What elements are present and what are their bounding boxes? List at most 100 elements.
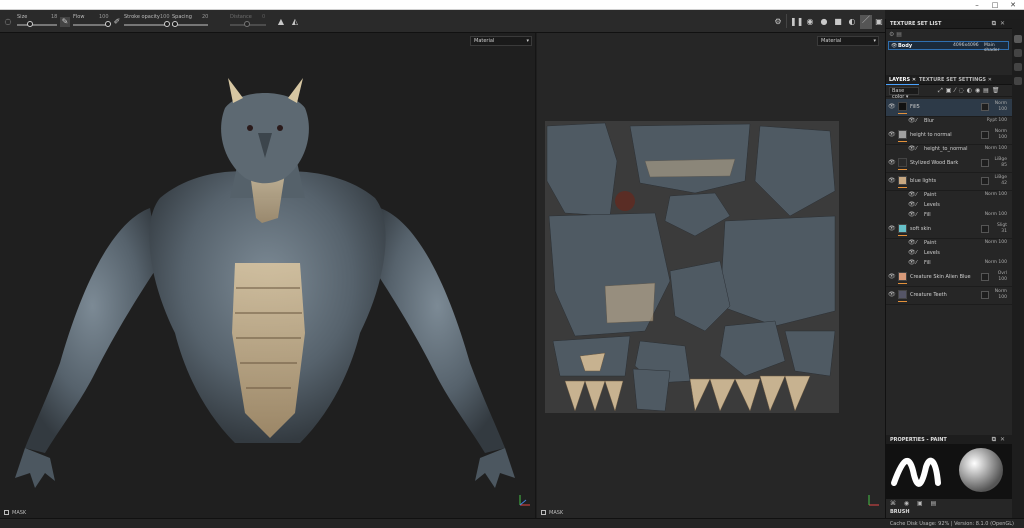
layer-blend-group[interactable]: Norm 100 [985, 240, 1007, 246]
pen-pressure-icon[interactable]: ✎ [60, 17, 70, 27]
layer-opacity[interactable]: 42 [995, 181, 1007, 187]
layer-blend-mode[interactable]: Norm [985, 212, 997, 217]
layer-row[interactable]: 👁 Creature Teeth Norm 100 [886, 287, 1012, 305]
render-icon[interactable]: ● [819, 17, 829, 27]
texture-set-row-body[interactable]: 👁 Body 4096x4096 Main shader [888, 41, 1009, 53]
layer-row[interactable]: 👁 Creature Skin Alien Blue Ovrl 100 [886, 269, 1012, 287]
layer-blend-group[interactable]: Norm 100 [995, 129, 1007, 141]
pause-icon[interactable]: ❚❚ [790, 17, 803, 27]
effect-row[interactable]: 👁 ⁄ Levels [886, 249, 1012, 258]
eye-icon[interactable]: 👁 [888, 178, 896, 184]
distance-slider-knob[interactable] [244, 21, 250, 27]
eye-icon[interactable]: 👁 [888, 274, 896, 280]
layer-row[interactable]: 👁 Fill5 Norm 100 [886, 99, 1012, 117]
video-icon[interactable]: ■ [833, 17, 843, 27]
flow-slider-knob[interactable] [105, 21, 111, 27]
maximize-icon[interactable]: □ [990, 1, 1000, 9]
channel-dropdown[interactable]: Base color ▾ [889, 87, 919, 100]
paint-brush-icon[interactable]: ／ [860, 15, 872, 29]
log-icon[interactable] [1014, 77, 1022, 85]
eye-icon[interactable]: 👁 [908, 202, 916, 208]
layer-row[interactable]: 👁 soft skin Sligt 31 [886, 221, 1012, 239]
layer-blend-mode[interactable]: Rypt [987, 118, 997, 123]
layer-blend-group[interactable]: Rypt 100 [987, 118, 1007, 124]
panel-window-buttons[interactable]: ⧉✕ [992, 20, 1009, 28]
layer-opacity[interactable]: 100 [998, 118, 1007, 123]
spacing-slider[interactable] [172, 21, 208, 27]
layer-blend-mode[interactable]: Norm [985, 146, 997, 151]
brush-icons[interactable]: ⌘ ◉ ▣ ▤ [890, 500, 939, 507]
layer-mask-slot[interactable] [981, 159, 989, 167]
layer-row[interactable]: 👁 Stylized Wood Bark LiBge 85 [886, 155, 1012, 173]
layer-opacity[interactable]: 100 [995, 135, 1007, 141]
layer-blend-group[interactable]: LiBge 42 [995, 175, 1007, 187]
layer-blend-mode[interactable]: Norm [985, 192, 997, 197]
eye-icon[interactable]: 👁 [908, 118, 916, 124]
layer-blend-group[interactable]: Norm 100 [985, 192, 1007, 198]
iray-icon[interactable]: ◉ [805, 17, 815, 27]
tab-texture-set-settings[interactable]: TEXTURE SET SETTINGS ✕ [916, 75, 995, 85]
layer-blend-group[interactable]: LiBge 85 [995, 157, 1007, 169]
layer-mask-slot[interactable] [981, 225, 989, 233]
stroke-opacity-control[interactable]: Stroke opacity 100 [124, 13, 170, 31]
eye-icon[interactable]: 👁 [888, 132, 896, 138]
symmetry-icon[interactable]: ◌ [3, 17, 13, 27]
eye-icon[interactable]: 👁 [891, 43, 897, 49]
layer-blend-group[interactable]: Norm 100 [985, 212, 1007, 218]
effect-row[interactable]: 👁 ⁄ Paint Norm 100 [886, 239, 1012, 248]
eye-icon[interactable]: 👁 [888, 104, 896, 110]
distance-slider[interactable] [230, 21, 266, 27]
screenshot-icon[interactable]: ▣ [874, 17, 884, 27]
viewport-3d[interactable]: Material ▾ MASK [0, 33, 536, 518]
layer-opacity[interactable]: 100 [998, 212, 1007, 217]
effect-row[interactable]: 👁 ⁄ Blur Rypt 100 [886, 117, 1012, 126]
viewport-3d-mask-toggle[interactable]: MASK [4, 510, 26, 516]
layer-opacity[interactable]: 100 [995, 295, 1007, 301]
layer-opacity[interactable]: 100 [998, 277, 1007, 283]
layer-blend-group[interactable]: Norm 100 [995, 101, 1007, 113]
stroke-opacity-slider[interactable] [124, 21, 170, 27]
eye-icon[interactable]: 👁 [908, 146, 916, 152]
eye-icon[interactable]: 👁 [888, 160, 896, 166]
eye-icon[interactable]: 👁 [908, 250, 916, 256]
texture-set-tools[interactable]: ⚙ ▤ [889, 31, 902, 38]
layer-mask-slot[interactable] [981, 177, 989, 185]
minimize-icon[interactable]: – [972, 1, 982, 9]
effect-row[interactable]: 👁 ⁄ Paint Norm 100 [886, 191, 1012, 200]
layer-opacity[interactable]: 100 [998, 240, 1007, 245]
close-icon[interactable]: ✕ [1008, 1, 1018, 9]
camera-settings-icon[interactable]: ⚙ [773, 17, 783, 27]
history-icon[interactable] [1014, 63, 1022, 71]
eye-icon[interactable]: 👁 [908, 192, 916, 198]
stroke-opacity-slider-knob[interactable] [164, 21, 170, 27]
effect-row[interactable]: 👁 ⁄ height_to_normal Norm 100 [886, 145, 1012, 154]
effect-row[interactable]: 👁 ⁄ Fill Norm 100 [886, 211, 1012, 220]
layer-opacity[interactable]: 100 [995, 107, 1007, 113]
viewport-2d-display-dropdown[interactable]: Material ▾ [817, 36, 879, 46]
layer-opacity[interactable]: 100 [998, 260, 1007, 265]
eye-icon[interactable]: 👁 [888, 292, 896, 298]
layer-blend-group[interactable]: Norm 100 [985, 146, 1007, 152]
layer-blend-mode[interactable]: Norm [985, 260, 997, 265]
layer-opacity[interactable]: 31 [997, 229, 1007, 235]
viewport-mode-icon[interactable]: ◐ [847, 17, 857, 27]
layer-action-icons[interactable]: ⤢▣⁄◌◐◉▤🗑 [938, 87, 1002, 95]
size-slider-knob[interactable] [27, 21, 33, 27]
layer-blend-mode[interactable]: Norm [985, 240, 997, 245]
layer-row[interactable]: 👁 blue lights LiBge 42 [886, 173, 1012, 191]
distance-control[interactable]: Distance 0 [230, 13, 266, 31]
layer-mask-slot[interactable] [981, 131, 989, 139]
display-settings-icon[interactable] [1014, 49, 1022, 57]
spacing-control[interactable]: Spacing 20 [172, 13, 208, 31]
layer-opacity[interactable]: 100 [998, 146, 1007, 151]
layer-blend-group[interactable]: Ovrl 100 [998, 271, 1007, 283]
layer-mask-slot[interactable] [981, 273, 989, 281]
layer-mask-slot[interactable] [981, 103, 989, 111]
layer-row[interactable]: 👁 height to normal Norm 100 [886, 127, 1012, 145]
eye-icon[interactable]: 👁 [888, 226, 896, 232]
layer-opacity[interactable]: 85 [995, 163, 1007, 169]
effect-row[interactable]: 👁 ⁄ Levels [886, 201, 1012, 210]
eye-icon[interactable]: 👁 [908, 240, 916, 246]
layer-mask-slot[interactable] [981, 291, 989, 299]
size-slider[interactable] [17, 21, 57, 27]
